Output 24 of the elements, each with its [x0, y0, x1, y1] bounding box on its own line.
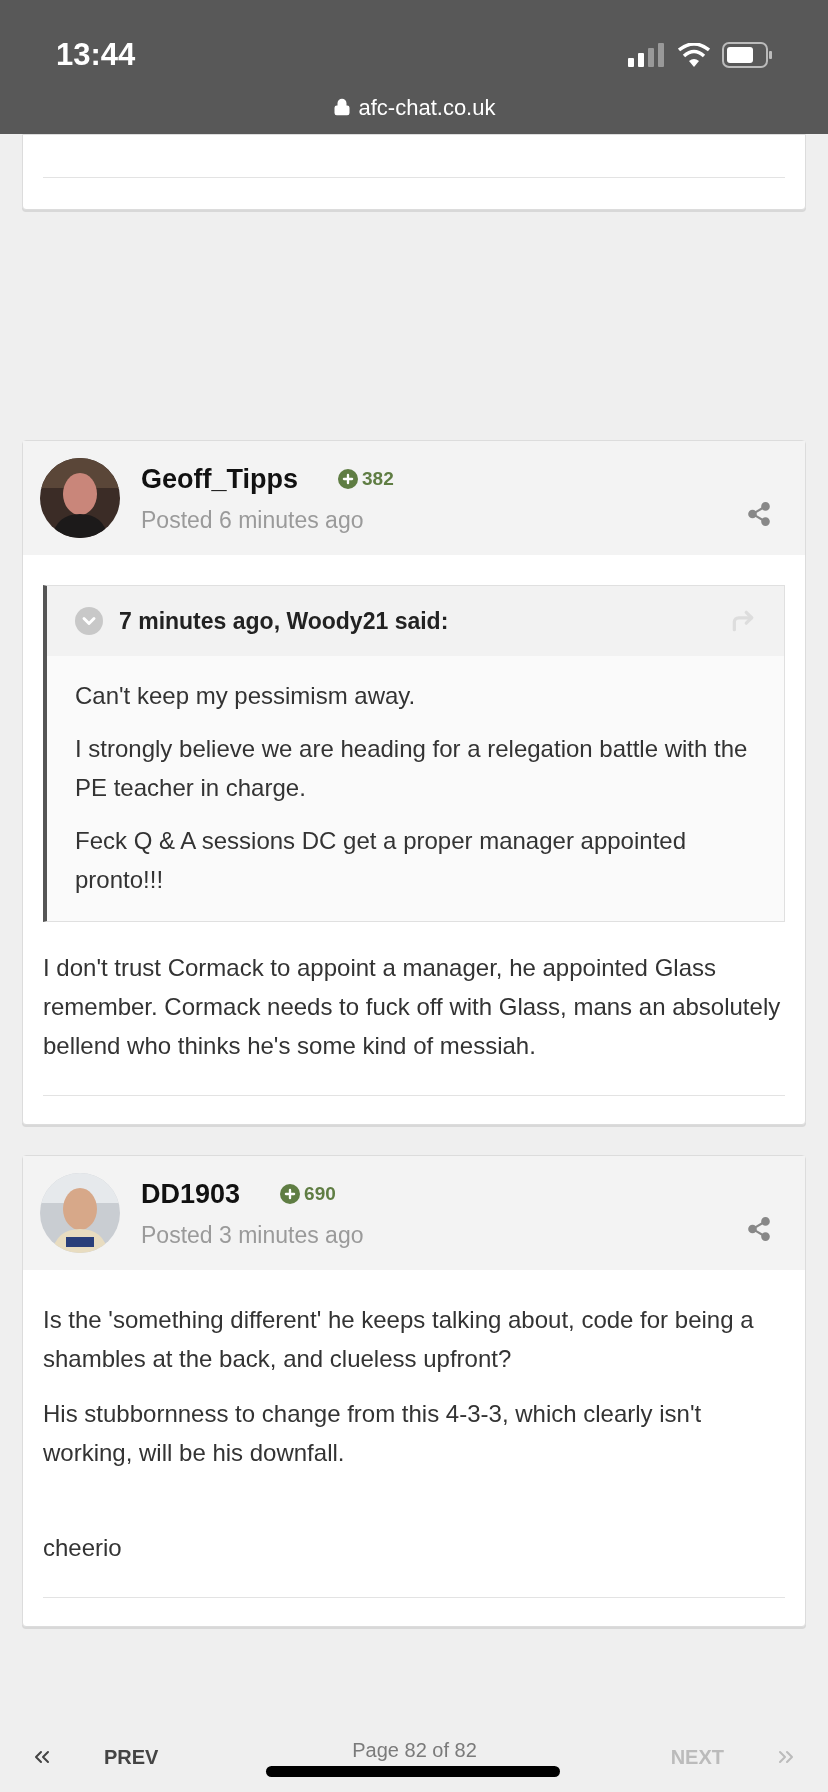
- clock: 13:44: [56, 36, 136, 74]
- author-name[interactable]: DD1903: [141, 1173, 241, 1214]
- post-paragraph: Is the 'something different' he keeps talking about, code for being a shambles at the back, and clueless upfront?: [43, 1305, 755, 1374]
- url-text[interactable]: afc-chat.co.uk: [358, 90, 496, 124]
- quote-paragraph: Feck Q & A sessions DC get a proper manager appointed pronto!!!: [75, 826, 687, 895]
- lock-icon: [332, 98, 351, 116]
- author-name[interactable]: Geoff_Tipps: [141, 458, 299, 499]
- post-time: Posted 6 minutes ago: [141, 506, 365, 535]
- quote-attribution: 7 minutes ago, Woody21 said:: [119, 606, 450, 636]
- signal-icon: [628, 43, 666, 68]
- post-paragraph: His stubbornness to change from this 4-3-3, which clearly isn't working, will be his downfall.: [43, 1399, 703, 1468]
- wifi-icon: [678, 43, 710, 68]
- prev-button[interactable]: PREV: [104, 1742, 159, 1772]
- reputation-badge: 690: [280, 1179, 336, 1208]
- battery-icon: [722, 42, 772, 69]
- post-time: Posted 3 minutes ago: [141, 1221, 365, 1250]
- share-icon[interactable]: [746, 501, 772, 527]
- quote-paragraph: Can't keep my pessimism away.: [75, 681, 417, 711]
- signature: cheerio: [43, 1533, 123, 1563]
- share-icon[interactable]: [746, 1216, 772, 1242]
- quote-paragraph: I strongly believe we are heading for a relegation battle with the PE teacher in charge.: [75, 734, 749, 803]
- reputation-badge: 382: [338, 464, 394, 493]
- post-paragraph: I don't trust Cormack to appoint a manager, he appointed Glass remember. Cormack needs to fuck off with Glass, mans an absolutely bellend who thinks he's some kind of messiah.: [43, 953, 782, 1061]
- page-indicator: Page 82 of 82: [351, 1738, 478, 1763]
